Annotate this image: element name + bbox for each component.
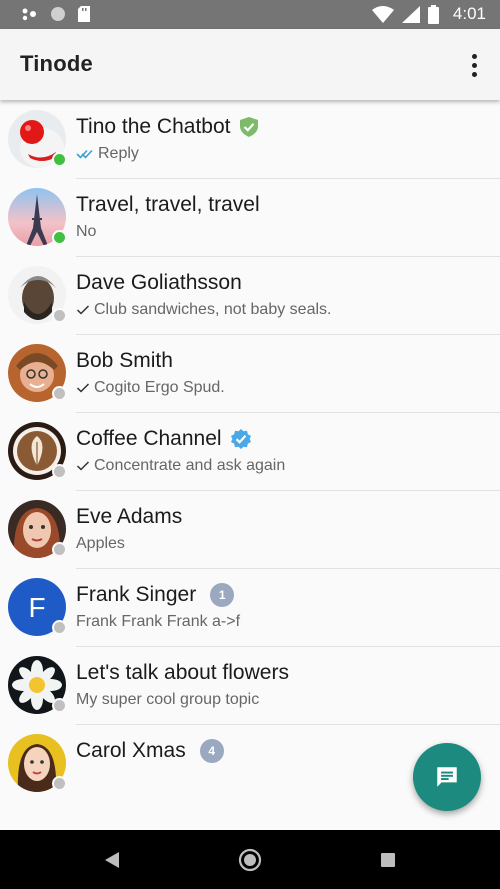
sent-check-icon	[76, 383, 90, 393]
back-icon	[105, 851, 119, 868]
online-status-icon	[52, 152, 67, 167]
verified-badge-icon	[230, 429, 251, 449]
sd-card-icon	[78, 6, 90, 22]
last-message: No	[76, 223, 97, 240]
contact-name: Carol Xmas	[76, 739, 186, 762]
contact-name: Travel, travel, travel	[76, 193, 260, 216]
offline-status-icon	[52, 386, 67, 401]
offline-status-icon	[52, 698, 67, 713]
home-button[interactable]	[220, 830, 280, 889]
chat-item-bob[interactable]: Bob Smith Cogito Ergo Spud.	[0, 334, 500, 413]
read-receipt-icon	[76, 149, 93, 159]
online-status-icon	[52, 230, 67, 245]
back-button[interactable]	[82, 830, 142, 889]
contact-name: Bob Smith	[76, 349, 173, 372]
unread-badge: 4	[199, 739, 224, 763]
recents-icon	[381, 852, 395, 867]
last-message: My super cool group topic	[76, 691, 260, 708]
contact-name: Dave Goliathsson	[76, 271, 242, 294]
contact-name: Let's talk about flowers	[76, 661, 289, 684]
more-menu-button[interactable]	[466, 51, 482, 79]
sent-check-icon	[76, 461, 90, 471]
offline-status-icon	[52, 776, 67, 791]
app-bar: Tinode	[0, 29, 500, 100]
last-message: Apples	[76, 535, 125, 552]
more-vert-icon	[471, 53, 477, 59]
sync-circle-icon	[51, 7, 65, 21]
status-bar: 4:01	[0, 0, 500, 29]
last-message: Club sandwiches, not baby seals.	[94, 301, 332, 318]
avatar-letter: F	[28, 592, 45, 623]
home-icon	[238, 848, 262, 871]
notification-dots-icon	[22, 8, 36, 21]
chat-item-dave[interactable]: Dave Goliathsson Club sandwiches, not ba…	[0, 256, 500, 335]
chat-item-travel[interactable]: Travel, travel, travel No	[0, 178, 500, 257]
contact-name: Coffee Channel	[76, 427, 222, 450]
contact-name: Frank Singer	[76, 583, 197, 606]
clock: 4:01	[452, 4, 486, 23]
last-message: Reply	[98, 145, 139, 162]
system-nav-bar	[0, 830, 500, 889]
chat-item-eve[interactable]: Eve Adams Apples	[0, 490, 500, 569]
signal-icon	[401, 5, 420, 23]
chat-item-frank[interactable]: F Frank Singer 1 Frank Frank Frank a->f	[0, 568, 500, 647]
offline-status-icon	[52, 542, 67, 557]
app-title: Tinode	[20, 51, 93, 76]
last-message: Frank Frank Frank a->f	[76, 613, 241, 630]
chat-item-flowers[interactable]: Let's talk about flowers My super cool g…	[0, 646, 500, 725]
last-message: Concentrate and ask again	[94, 457, 286, 474]
offline-status-icon	[52, 308, 67, 323]
new-chat-button[interactable]	[413, 743, 481, 811]
offline-status-icon	[52, 464, 67, 479]
recents-button[interactable]	[358, 830, 418, 889]
battery-icon	[427, 4, 439, 24]
contact-name: Tino the Chatbot	[76, 115, 231, 138]
sent-check-icon	[76, 305, 90, 315]
chat-item-coffee[interactable]: Coffee Channel Concentrate and ask again	[0, 412, 500, 491]
wifi-icon	[371, 5, 394, 23]
verified-shield-icon	[239, 117, 258, 137]
chat-item-tino[interactable]: Tino the Chatbot Reply	[0, 100, 500, 179]
contact-name: Eve Adams	[76, 505, 183, 528]
chat-list: Tino the Chatbot Reply Travel, travel, t…	[0, 100, 500, 830]
new-chat-icon	[437, 767, 457, 787]
unread-badge: 1	[210, 583, 235, 607]
last-message: Cogito Ergo Spud.	[94, 379, 225, 396]
offline-status-icon	[52, 620, 67, 635]
